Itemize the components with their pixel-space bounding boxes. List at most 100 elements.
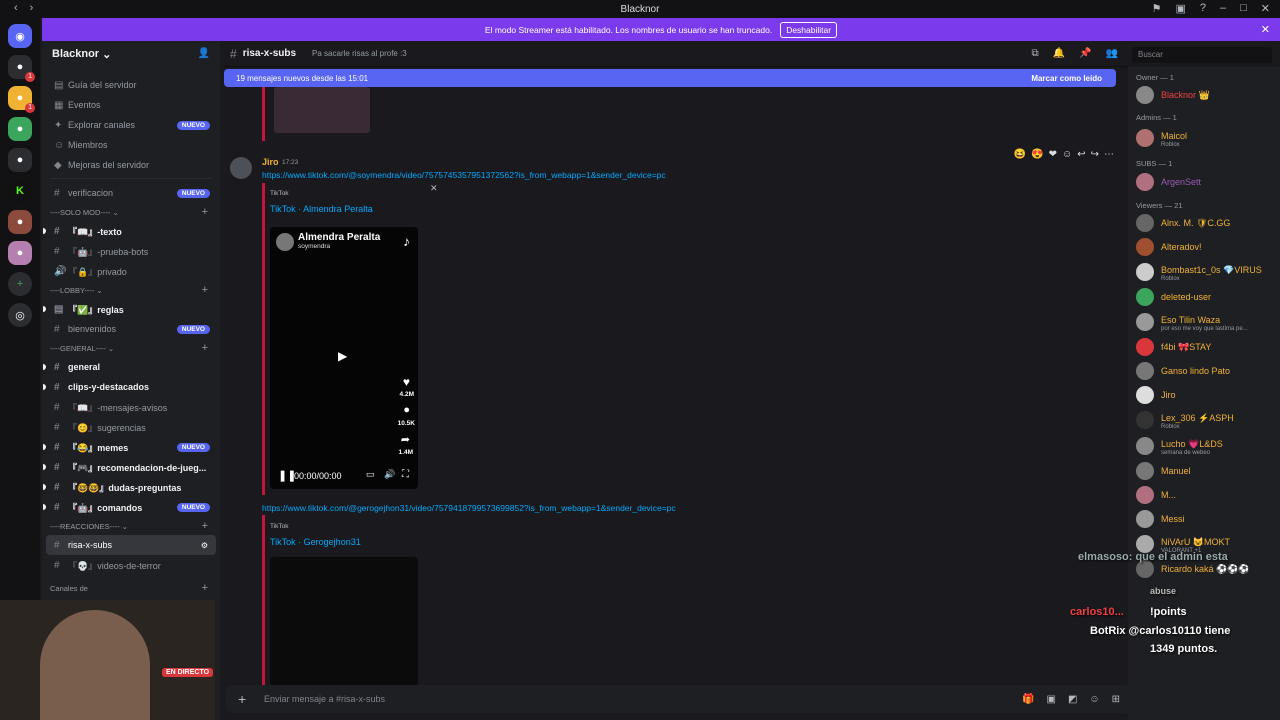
- server-header[interactable]: Blacknor ⌄ 👤: [42, 41, 220, 67]
- forward-icon[interactable]: ↪: [1091, 149, 1099, 160]
- embed-title[interactable]: TikTok · Almendra Peralta: [270, 204, 373, 214]
- message-author[interactable]: Jiro: [262, 157, 279, 167]
- help-icon[interactable]: ?: [1200, 2, 1206, 15]
- heart-icon[interactable]: ❤: [1049, 149, 1057, 160]
- server-icon[interactable]: K: [8, 179, 32, 203]
- volume-icon[interactable]: 🔊: [384, 469, 395, 480]
- member-item[interactable]: Maicol Roblox: [1128, 123, 1280, 153]
- channel-reglas[interactable]: ▤ 『✅』reglas: [42, 299, 220, 319]
- channel-verificacion[interactable]: # verificacion NUEVO: [42, 183, 220, 203]
- channel-general[interactable]: # general: [42, 357, 220, 377]
- avatar[interactable]: [230, 157, 252, 179]
- sidebar-item-members[interactable]: ☺ Miembros: [42, 135, 220, 155]
- member-item[interactable]: Ganso lindo Pato: [1128, 359, 1280, 383]
- add-channel-icon[interactable]: +: [202, 284, 208, 296]
- threads-icon[interactable]: ⧉: [1032, 48, 1039, 59]
- channel-videos-de-terror[interactable]: # 『💀』videos-de-terror: [42, 555, 220, 575]
- server-icon[interactable]: ● 1: [8, 86, 35, 113]
- settings-icon[interactable]: ⚙: [201, 541, 208, 550]
- sidebar-item-browse[interactable]: ✦ Explorar canales NUEVO: [42, 115, 220, 135]
- disable-button[interactable]: Deshabilitar: [780, 21, 838, 38]
- member-item[interactable]: f4bi 🎀STAY: [1128, 335, 1280, 359]
- more-icon[interactable]: ⋯: [1104, 149, 1114, 160]
- add-reaction-icon[interactable]: ☺: [1062, 149, 1072, 160]
- channel-risa-x-subs[interactable]: # risa-x-subs ⚙: [46, 535, 216, 555]
- sidebar-item-events[interactable]: ▦ Eventos: [42, 95, 220, 115]
- pin-icon[interactable]: 📌: [1079, 48, 1091, 59]
- fullscreen-icon[interactable]: ⛶: [402, 469, 409, 480]
- category-reacciones[interactable]: ----REACCIONES---- ⌄ +: [42, 517, 220, 535]
- member-item[interactable]: Lucho 💗L&DS semana de webeo: [1128, 433, 1280, 459]
- sticker-icon[interactable]: ◩: [1068, 694, 1077, 705]
- gift-icon[interactable]: 🎁: [1022, 694, 1034, 705]
- video-player[interactable]: [270, 557, 418, 685]
- message-link[interactable]: https://www.tiktok.com/@soymendra/video/…: [262, 170, 666, 180]
- video-player[interactable]: Almendra Peralta soymendra ♪ ▶ ♥ 4.2M ● …: [270, 227, 418, 489]
- add-server-icon[interactable]: +: [8, 272, 32, 296]
- discover-icon[interactable]: ◎: [8, 303, 32, 327]
- screen-icon[interactable]: ▣: [1175, 2, 1185, 15]
- member-item[interactable]: Eso Tilin Waza por eso me voy que lastima…: [1128, 309, 1280, 335]
- channel-prueba-bots[interactable]: # 『🤖』-prueba-bots: [42, 241, 220, 261]
- search-input[interactable]: Buscar: [1132, 47, 1272, 63]
- close-icon[interactable]: ✕: [430, 183, 438, 194]
- member-item[interactable]: Manuel: [1128, 459, 1280, 483]
- category-solo-mod[interactable]: ----SOLO MOD---- ⌄ +: [42, 203, 220, 221]
- channel-mensajes-avisos[interactable]: # 『📖』-mensajes-avisos: [42, 397, 220, 417]
- add-attachment-icon[interactable]: +: [238, 691, 246, 707]
- member-item[interactable]: Blacknor 👑: [1128, 83, 1280, 107]
- emoji-icon[interactable]: ☺: [1089, 694, 1099, 705]
- channel-clips[interactable]: # clips-y-destacados: [42, 377, 220, 397]
- comment-icon[interactable]: ●: [403, 404, 410, 416]
- member-item[interactable]: M...: [1128, 483, 1280, 507]
- channel-privado[interactable]: 🔊 『🔒』privado: [42, 261, 220, 281]
- server-icon[interactable]: ●: [8, 210, 32, 234]
- share-icon[interactable]: ➦: [401, 433, 410, 446]
- captions-icon[interactable]: ▭: [366, 469, 375, 480]
- embed-thumbnail[interactable]: [274, 87, 370, 133]
- category-general[interactable]: ----GENERAL---- ⌄ +: [42, 339, 220, 357]
- member-item[interactable]: Alteradov!: [1128, 235, 1280, 259]
- mark-read-button[interactable]: Marcar como leído: [1031, 74, 1102, 83]
- channel-texto[interactable]: # 『📖』-texto: [42, 221, 220, 241]
- channel-sugerencias[interactable]: # 『😊』sugerencias: [42, 417, 220, 437]
- member-item[interactable]: deleted-user: [1128, 285, 1280, 309]
- category-voice[interactable]: Canales de +: [42, 579, 220, 597]
- message-input[interactable]: + Enviar mensaje a #risa-x-subs 🎁 ▣ ◩ ☺ …: [226, 685, 1132, 713]
- play-icon[interactable]: ▶: [338, 349, 347, 363]
- channel-memes[interactable]: # 『😂』memes NUEVO: [42, 437, 220, 457]
- server-icon[interactable]: ● 1: [8, 55, 35, 82]
- message-link[interactable]: https://www.tiktok.com/@gerogejhon31/vid…: [262, 503, 676, 513]
- member-item[interactable]: Bombast1c_0s 💎VIRUS Roblox: [1128, 259, 1280, 285]
- inbox-icon[interactable]: ⚑: [1152, 2, 1162, 15]
- reaction-icon[interactable]: 😍: [1031, 149, 1043, 160]
- heart-icon[interactable]: ♥: [403, 375, 410, 389]
- channel-recomendacion[interactable]: # 『🎮』recomendacion-de-jueg...: [42, 457, 220, 477]
- direct-messages-icon[interactable]: ◉: [8, 24, 32, 48]
- member-item[interactable]: Lex_306 ⚡ASPH Roblox: [1128, 407, 1280, 433]
- member-item[interactable]: Jiro: [1128, 383, 1280, 407]
- member-item[interactable]: Alnx. M. 🛡C.GG: [1128, 211, 1280, 235]
- back-icon[interactable]: ‹: [14, 2, 18, 14]
- category-lobby[interactable]: ----LOBBY---- ⌄ +: [42, 281, 220, 299]
- members-list-icon[interactable]: 👥: [1106, 48, 1118, 59]
- reaction-icon[interactable]: 😆: [1014, 149, 1026, 160]
- add-channel-icon[interactable]: +: [202, 520, 208, 532]
- bell-icon[interactable]: 🔔: [1053, 48, 1065, 59]
- close-window-icon[interactable]: ✕: [1261, 2, 1270, 15]
- server-icon[interactable]: ●: [8, 117, 32, 141]
- channel-bienvenidos[interactable]: # bienvenidos NUEVO: [42, 319, 220, 339]
- sidebar-item-guide[interactable]: ▤ Guía del servidor: [42, 75, 220, 95]
- reply-icon[interactable]: ↩: [1077, 149, 1085, 160]
- invite-icon[interactable]: 👤: [198, 48, 210, 59]
- new-messages-bar[interactable]: 19 mensajes nuevos desde las 15:01 Marca…: [224, 69, 1116, 87]
- server-icon[interactable]: ●: [8, 241, 32, 265]
- forward-icon[interactable]: ›: [30, 2, 34, 14]
- sidebar-item-boosts[interactable]: ◆ Mejoras del servidor: [42, 155, 220, 175]
- server-icon[interactable]: ●: [8, 148, 32, 172]
- member-item[interactable]: ArgenSett: [1128, 169, 1280, 195]
- add-channel-icon[interactable]: +: [202, 582, 208, 594]
- channel-comandos[interactable]: # 『🤖』comandos NUEVO: [42, 497, 220, 517]
- minimize-icon[interactable]: –: [1220, 2, 1226, 15]
- maximize-icon[interactable]: □: [1240, 2, 1247, 15]
